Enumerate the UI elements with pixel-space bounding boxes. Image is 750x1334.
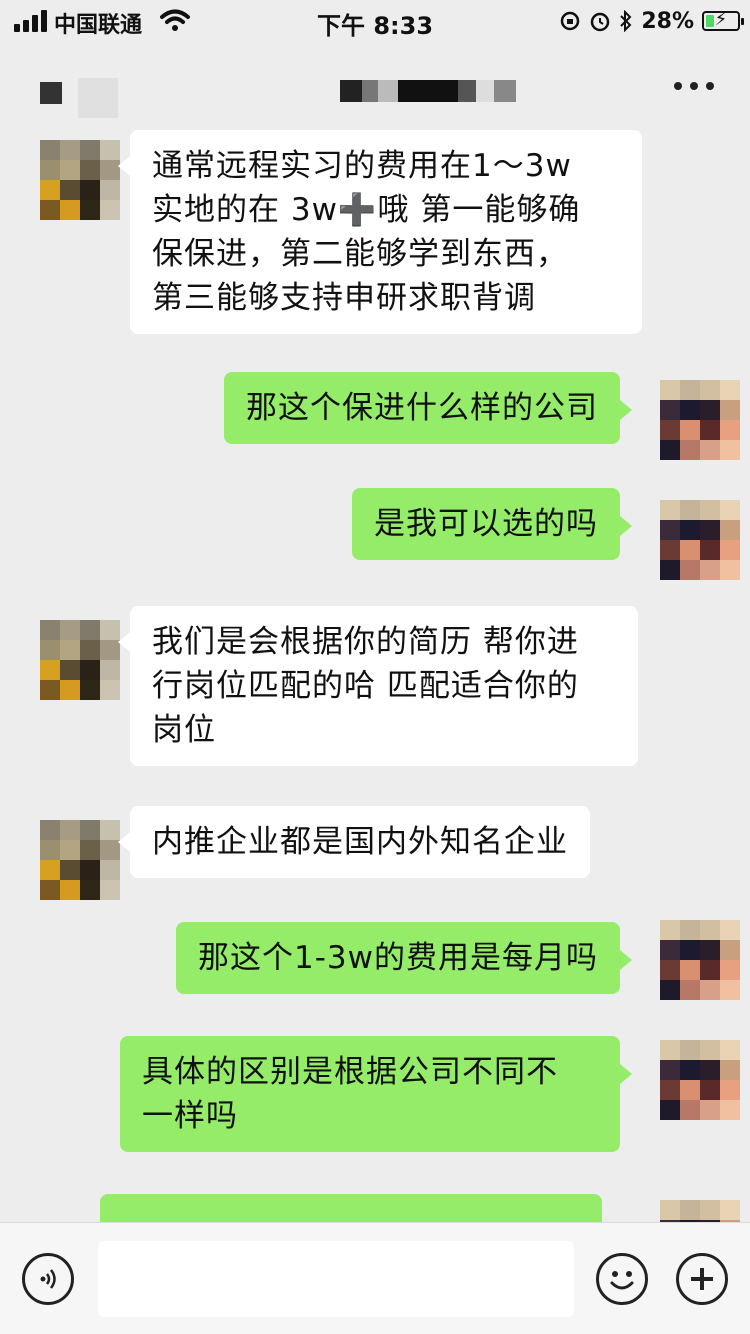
charging-icon: ⚡ (714, 9, 728, 30)
contact-avatar[interactable] (40, 620, 120, 700)
my-avatar[interactable] (660, 920, 740, 1000)
more-options-button[interactable] (674, 74, 714, 98)
my-avatar[interactable] (660, 380, 740, 460)
voice-input-button[interactable] (22, 1253, 74, 1305)
incoming-message[interactable]: 通常远程实习的费用在1～3w 实地的在 3w➕哦 第一能够确 保保进，第二能够学… (118, 130, 642, 334)
chat-header (0, 42, 750, 130)
battery-percent: 28% (641, 8, 694, 34)
incoming-message[interactable]: 我们是会根据你的简历 帮你进 行岗位匹配的哈 匹配适合你的 岗位 (118, 606, 638, 766)
message-input[interactable] (98, 1241, 574, 1317)
alarm-icon (591, 12, 610, 32)
more-functions-button[interactable] (676, 1253, 728, 1305)
voice-icon (40, 1269, 56, 1289)
outgoing-message[interactable]: 具体的区别是根据公司不同不 一样吗 (120, 1036, 632, 1152)
outgoing-message[interactable]: 是我可以选的吗 (352, 488, 632, 560)
input-bar (0, 1222, 750, 1334)
outgoing-message[interactable]: 那这个1-3w的费用是每月吗 (176, 922, 632, 994)
outgoing-message[interactable]: 那这个保进什么样的公司 (224, 372, 632, 444)
battery-icon: ⚡ (702, 9, 744, 31)
incoming-message[interactable]: 内推企业都是国内外知名企业 (118, 806, 590, 878)
my-avatar[interactable] (660, 1040, 740, 1120)
my-avatar[interactable] (660, 500, 740, 580)
emoji-button[interactable] (596, 1253, 648, 1305)
contact-avatar[interactable] (40, 820, 120, 900)
smiley-icon (610, 1271, 634, 1290)
blurred-region (78, 78, 118, 118)
status-bar: 中国联通 下午 8:33 28% ⚡ (0, 0, 750, 42)
bluetooth-icon (620, 10, 632, 32)
contact-avatar[interactable] (40, 140, 120, 220)
orientation-lock-icon (561, 11, 580, 31)
chat-title-redacted (340, 80, 516, 102)
back-button[interactable] (40, 82, 62, 104)
